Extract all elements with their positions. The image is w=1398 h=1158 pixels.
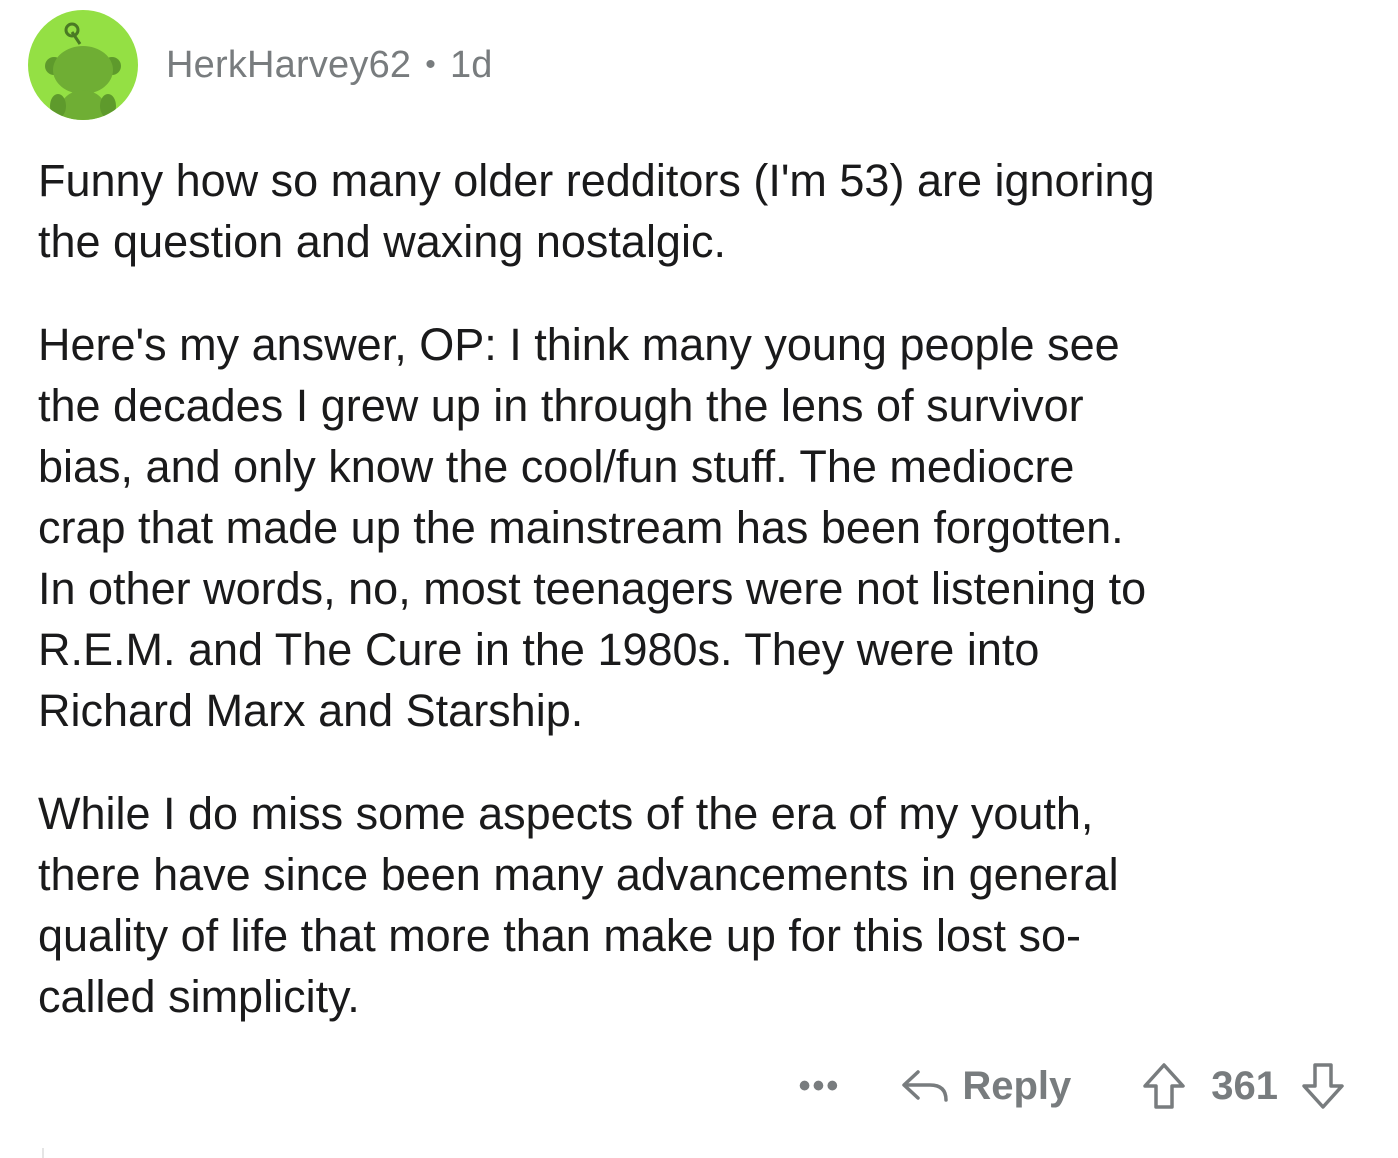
paragraph: Funny how so many older redditors (I'm 5…: [38, 150, 1378, 272]
text-line: quality of life that more than make up f…: [38, 910, 1081, 961]
text-line: there have since been many advancements …: [38, 849, 1119, 900]
text-line: Richard Marx and Starship.: [38, 685, 584, 736]
avatar[interactable]: [28, 10, 138, 120]
comment-header: HerkHarvey62 • 1d: [28, 10, 493, 120]
comment: HerkHarvey62 • 1d Funny how so many olde…: [0, 0, 1398, 1158]
reply-button[interactable]: Reply: [900, 1064, 1071, 1109]
thread-line[interactable]: [42, 1148, 44, 1158]
paragraph: While I do miss some aspects of the era …: [38, 783, 1378, 1027]
text-line: the decades I grew up in through the len…: [38, 380, 1084, 431]
more-options-icon[interactable]: •••: [799, 1067, 841, 1106]
text-line: bias, and only know the cool/fun stuff. …: [38, 441, 1075, 492]
text-line: R.E.M. and The Cure in the 1980s. They w…: [38, 624, 1040, 675]
comment-body: Funny how so many older redditors (I'm 5…: [38, 150, 1378, 1069]
reply-label: Reply: [962, 1063, 1072, 1108]
snoo-avatar-icon: [45, 22, 121, 120]
vote-controls: 361: [1141, 1061, 1346, 1111]
comment-age[interactable]: 1d: [450, 44, 493, 87]
downvote-arrow-icon[interactable]: [1300, 1061, 1346, 1111]
paragraph: Here's my answer, OP: I think many young…: [38, 314, 1378, 741]
vote-score: 361: [1211, 1063, 1278, 1108]
author-name[interactable]: HerkHarvey62: [166, 44, 411, 87]
text-line: crap that made up the mainstream has bee…: [38, 502, 1124, 553]
meta-separator: •: [425, 48, 436, 81]
text-line: Here's my answer, OP: I think many young…: [38, 319, 1120, 370]
text-line: In other words, no, most teenagers were …: [38, 563, 1147, 614]
reply-arrow-icon: [902, 1070, 949, 1102]
text-line: the question and waxing nostalgic.: [38, 216, 726, 267]
comment-actions: ••• Reply 361: [799, 1058, 1346, 1114]
text-line: Funny how so many older redditors (I'm 5…: [38, 155, 1155, 206]
upvote-arrow-icon[interactable]: [1141, 1061, 1187, 1111]
text-line: While I do miss some aspects of the era …: [38, 788, 1094, 839]
comment-meta: HerkHarvey62 • 1d: [166, 44, 493, 87]
text-line: called simplicity.: [38, 971, 360, 1022]
